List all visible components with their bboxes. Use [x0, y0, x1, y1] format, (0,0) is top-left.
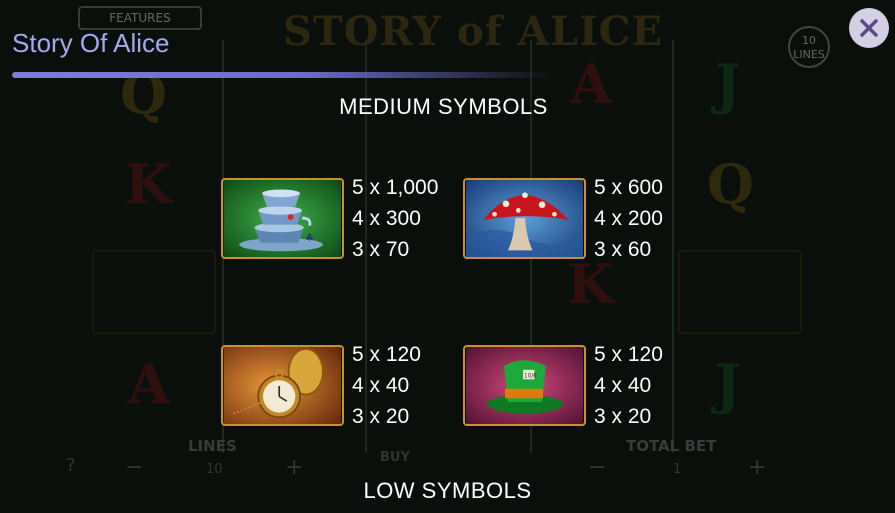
- mushroom-icon: [466, 180, 583, 257]
- lines-badge-number: 10: [802, 34, 816, 47]
- payout-4: 4 x 300: [352, 207, 421, 230]
- buy-label: BUY: [380, 450, 410, 465]
- paytable-title: Story Of Alice: [12, 28, 170, 58]
- medium-symbols-heading: MEDIUM SYMBOLS: [339, 94, 548, 119]
- payout-3: 3 x 60: [594, 238, 652, 261]
- teacups-icon: ♣: [224, 180, 341, 257]
- ghost-symbol-tile: [678, 250, 802, 334]
- close-button[interactable]: [849, 8, 889, 48]
- lines-minus-button: −: [125, 455, 144, 480]
- mushroom-symbol: [463, 178, 586, 259]
- payout-3: 3 x 20: [352, 405, 410, 428]
- bet-plus-button: +: [748, 455, 767, 480]
- ghost-symbol-a: A: [128, 352, 170, 416]
- bet-minus-button: −: [588, 455, 607, 480]
- pocket-watch-icon: [224, 347, 341, 424]
- svg-text:♣: ♣: [305, 232, 314, 244]
- payout-4: 4 x 40: [594, 374, 652, 397]
- close-icon: [860, 19, 878, 37]
- payout-3: 3 x 70: [352, 238, 410, 261]
- ghost-symbol-k: K: [125, 152, 172, 216]
- help-button: ?: [66, 455, 76, 476]
- pocket-watch-symbol: [221, 345, 344, 426]
- ghost-symbol-j: J: [715, 352, 741, 416]
- mushroom-payouts: 5 x 600 4 x 200 3 x 60: [594, 172, 663, 265]
- pocket-watch-payouts: 5 x 120 4 x 40 3 x 20: [352, 339, 421, 432]
- lines-value: 10: [206, 462, 223, 477]
- lines-badge: 10 LINES: [788, 26, 830, 68]
- ghost-symbol-q: Q: [707, 152, 755, 216]
- features-button: FEATURES: [78, 6, 202, 30]
- top-hat-symbol: 10/6: [463, 345, 586, 426]
- teacups-payouts: 5 x 1,000 4 x 300 3 x 70: [352, 172, 438, 265]
- lines-plus-button: +: [285, 455, 304, 480]
- svg-text:10/6: 10/6: [524, 373, 537, 379]
- payout-5: 5 x 120: [352, 343, 421, 366]
- top-hat-payouts: 5 x 120 4 x 40 3 x 20: [594, 339, 663, 432]
- payout-5: 5 x 600: [594, 176, 663, 199]
- payout-5: 5 x 120: [594, 343, 663, 366]
- total-bet-value: 1: [673, 462, 682, 477]
- total-bet-label: TOTAL BET: [626, 437, 717, 455]
- ghost-symbol-tile: [92, 250, 216, 334]
- top-hat-icon: 10/6: [466, 347, 583, 424]
- lines-badge-label: LINES: [793, 48, 825, 61]
- payout-4: 4 x 200: [594, 207, 663, 230]
- lines-label: LINES: [188, 437, 237, 455]
- payout-3: 3 x 20: [594, 405, 652, 428]
- title-underline: [12, 72, 552, 78]
- game-logo: STORY of ALICE: [283, 8, 663, 55]
- low-symbols-heading: LOW SYMBOLS: [363, 478, 532, 503]
- teacups-symbol: ♣: [221, 178, 344, 259]
- payout-4: 4 x 40: [352, 374, 410, 397]
- payout-5: 5 x 1,000: [352, 176, 439, 199]
